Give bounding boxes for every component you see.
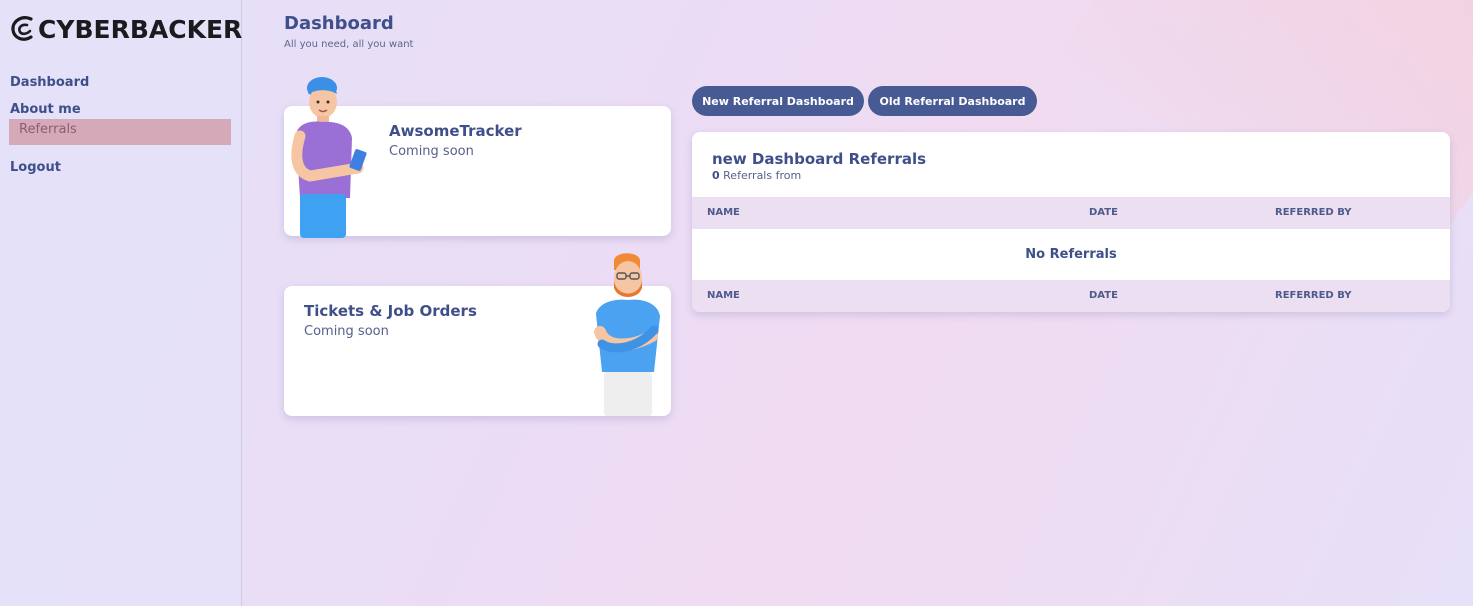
sidebar-item-dashboard[interactable]: Dashboard	[10, 74, 232, 101]
tickets-card-subtitle: Coming soon	[304, 324, 389, 339]
sidebar-nav: Dashboard About me Referrals Logout	[9, 74, 232, 186]
old-referral-dashboard-button[interactable]: Old Referral Dashboard	[868, 86, 1037, 116]
referrals-count-label: Referrals from	[723, 169, 802, 182]
table-header: NAME DATE REFERRED BY	[692, 197, 1450, 229]
page-subtitle: All you need, all you want	[284, 39, 414, 50]
column-header-name[interactable]: NAME	[707, 207, 740, 218]
page-header: Dashboard All you need, all you want	[284, 13, 413, 50]
column-footer-name: NAME	[707, 290, 740, 301]
tickets-card-title: Tickets & Job Orders	[304, 302, 477, 320]
new-referral-dashboard-button[interactable]: New Referral Dashboard	[692, 86, 864, 116]
page-title: Dashboard	[284, 13, 394, 34]
column-header-referred-by[interactable]: REFERRED BY	[1275, 207, 1352, 218]
tracker-card-text: AwsomeTracker Coming soon	[389, 122, 522, 159]
tracker-card-title: AwsomeTracker	[389, 122, 522, 140]
empty-state-message: No Referrals	[1025, 247, 1117, 262]
avatar-illustration-arms-crossed	[590, 252, 664, 416]
sidebar-item-logout[interactable]: Logout	[10, 159, 232, 186]
brand-name: CYBERBACKER	[38, 14, 243, 44]
tracker-card-subtitle: Coming soon	[389, 144, 474, 159]
cyberbacker-logo-icon	[10, 14, 36, 44]
tickets-card-text: Tickets & Job Orders Coming soon	[304, 302, 477, 339]
table-footer: NAME DATE REFERRED BY	[692, 280, 1450, 312]
referrals-count: 0 Referrals from	[712, 169, 801, 182]
sidebar: CYBERBACKER Dashboard About me Referrals…	[0, 0, 242, 606]
sidebar-item-referrals[interactable]: Referrals	[9, 119, 231, 145]
referrals-card: new Dashboard Referrals 0 Referrals from…	[692, 132, 1450, 312]
logo[interactable]: CYBERBACKER	[10, 14, 242, 44]
column-footer-referred-by: REFERRED BY	[1275, 290, 1352, 301]
column-footer-date: DATE	[1089, 290, 1118, 301]
avatar-illustration-tablet	[290, 76, 376, 238]
referrals-title: new Dashboard Referrals	[712, 150, 927, 168]
referrals-count-number: 0	[712, 169, 720, 182]
column-header-date[interactable]: DATE	[1089, 207, 1118, 218]
